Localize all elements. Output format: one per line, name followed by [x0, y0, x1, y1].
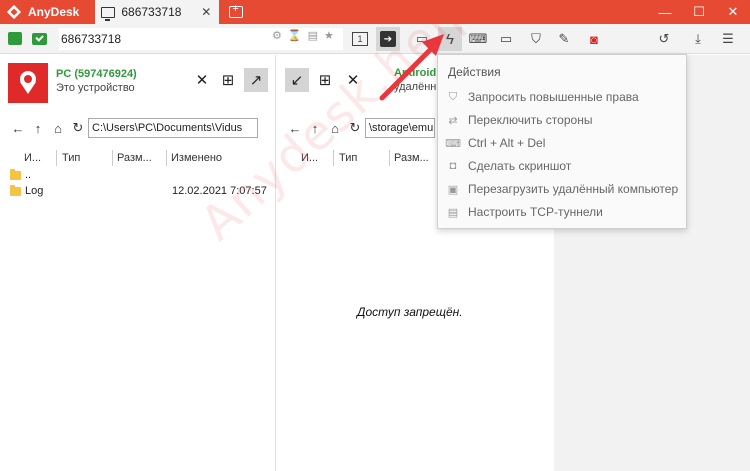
home-icon[interactable]: ⌂ [48, 121, 68, 136]
col-type[interactable]: Тип [62, 152, 80, 164]
menu-item-screenshot[interactable]: ◘ Сделать скриншот [446, 157, 572, 175]
camera-icon: ◘ [449, 160, 457, 172]
table-row[interactable]: Log 12.02.2021 7:07:57 [10, 184, 270, 197]
file-manager-button[interactable]: ➔ [376, 27, 400, 51]
folder-icon [10, 168, 21, 180]
back-icon[interactable]: ← [8, 121, 28, 136]
session-tab[interactable]: 686733718 ✕ [95, 0, 220, 24]
folder-icon [10, 184, 21, 196]
actions-button[interactable]: ϟ [438, 27, 462, 51]
actions-menu: Действия ⛉ Запросить повышенные права ⇄ Пе… [437, 54, 687, 229]
menu-item-tcp-tunnels[interactable]: ▤ Настроить TCP-туннели [446, 203, 603, 221]
hourglass-icon: ⌛ [287, 30, 302, 42]
download-icon: ⤓ [695, 31, 701, 46]
display-button[interactable]: ▭ [494, 27, 518, 51]
back-icon[interactable]: ← [285, 121, 305, 136]
local-path-input[interactable] [88, 118, 258, 138]
local-device-avatar [8, 63, 48, 103]
monitor-icon [101, 6, 116, 21]
up-icon[interactable]: ↑ [305, 121, 325, 136]
upload-icon[interactable]: ↗ [244, 68, 268, 92]
menu-button[interactable]: ☰ [716, 27, 740, 51]
location-pin-icon [20, 71, 36, 94]
menu-item-switch-sides[interactable]: ⇄ Переключить стороны [446, 111, 592, 129]
shield-icon: ⛉ [531, 31, 541, 46]
connection-status-icon [8, 32, 22, 45]
actions-menu-title: Действия [448, 65, 501, 79]
swap-icon: ⇄ [448, 114, 458, 127]
monitor-select-button[interactable]: 1 [348, 27, 372, 51]
address-toolbar: ⚙ ⌛ ▤ ★ 1 ➔ ▭ ϟ ⌨ ▭ ⛉ ✎ ◙ ↺ ⤓ ☰ [0, 24, 750, 54]
keyboard-icon: ⌨ [445, 137, 461, 150]
local-device-name: PC (597476924) [56, 68, 137, 80]
table-row[interactable]: .. [10, 168, 31, 181]
favorite-star-icon[interactable]: ★ [324, 29, 334, 42]
minimize-button[interactable]: — [650, 0, 680, 24]
record-icon: ◙ [590, 31, 598, 47]
home-icon[interactable]: ⌂ [325, 121, 345, 136]
keyboard-icon: ⌨ [468, 31, 488, 46]
shield-icon: ⛉ [448, 90, 458, 103]
cancel-icon[interactable]: ✕ [190, 68, 214, 92]
access-denied-text: Доступ запрещён. [357, 305, 463, 319]
title-bar: AnyDesk 686733718 ✕ — ☐ ✕ [0, 0, 750, 24]
cancel-icon[interactable]: ✕ [341, 68, 365, 92]
new-folder-icon[interactable]: ⊞ [313, 68, 337, 92]
menu-item-elevate[interactable]: ⛉ Запросить повышенные права [446, 88, 639, 106]
restart-icon: ▣ [447, 183, 459, 196]
file-transfer-icon[interactable]: ▤ [308, 29, 318, 42]
new-tab-icon[interactable] [229, 3, 244, 18]
anydesk-logo-icon [6, 4, 22, 20]
col-name[interactable]: И... [24, 152, 41, 164]
up-icon[interactable]: ↑ [28, 121, 48, 136]
col-size[interactable]: Разм... [394, 152, 429, 164]
history-icon: ↺ [658, 31, 670, 46]
chat-button[interactable]: ▭ [410, 27, 434, 51]
lightning-icon: ϟ [446, 30, 454, 48]
col-type[interactable]: Тип [339, 152, 357, 164]
chat-icon: ▭ [415, 31, 429, 46]
local-nav-row: ← ↑ ⌂ ↻ [8, 117, 258, 139]
refresh-icon[interactable]: ↻ [345, 120, 365, 136]
tab-close-icon[interactable]: ✕ [201, 5, 211, 19]
connection-settings-icon[interactable]: ⚙ [272, 29, 282, 42]
permissions-button[interactable]: ⛉ [524, 27, 548, 51]
display-icon: ▭ [499, 31, 513, 46]
file-manager-icon: ➔ [380, 31, 396, 47]
menu-item-ctrl-alt-del[interactable]: ⌨ Ctrl + Alt + Del [445, 134, 545, 152]
hamburger-icon: ☰ [722, 31, 734, 46]
remote-nav-row: ← ↑ ⌂ ↻ [285, 117, 435, 139]
whiteboard-button[interactable]: ✎ [552, 27, 576, 51]
tab-label: 686733718 [121, 5, 182, 19]
local-panel: PC (597476924) Это устройство ✕ ⊞ ↗ ← ↑ … [0, 55, 276, 471]
download-button[interactable]: ⤓ [686, 27, 710, 51]
close-button[interactable]: ✕ [718, 0, 748, 24]
col-modified[interactable]: Изменено [171, 152, 222, 164]
remote-path-input[interactable] [365, 118, 435, 138]
remote-device-subtitle: удалённ [394, 81, 437, 93]
col-name[interactable]: И... [301, 152, 318, 164]
download-arrow-icon[interactable]: ↙ [285, 68, 309, 92]
refresh-icon[interactable]: ↻ [68, 120, 88, 136]
remote-device-name: Android [394, 67, 437, 79]
col-size[interactable]: Разм... [117, 152, 152, 164]
app-title: AnyDesk [28, 5, 80, 19]
menu-item-restart-remote[interactable]: ▣ Перезагрузить удалённый компьютер [446, 180, 678, 198]
new-folder-icon[interactable]: ⊞ [216, 68, 240, 92]
tunnel-icon: ▤ [447, 206, 459, 219]
keyboard-button[interactable]: ⌨ [466, 27, 490, 51]
pen-icon: ✎ [558, 31, 570, 46]
accept-icon [32, 32, 47, 45]
local-device-subtitle: Это устройство [56, 82, 135, 94]
record-button[interactable]: ◙ [582, 27, 606, 51]
history-button[interactable]: ↺ [652, 27, 676, 51]
maximize-button[interactable]: ☐ [684, 0, 714, 24]
